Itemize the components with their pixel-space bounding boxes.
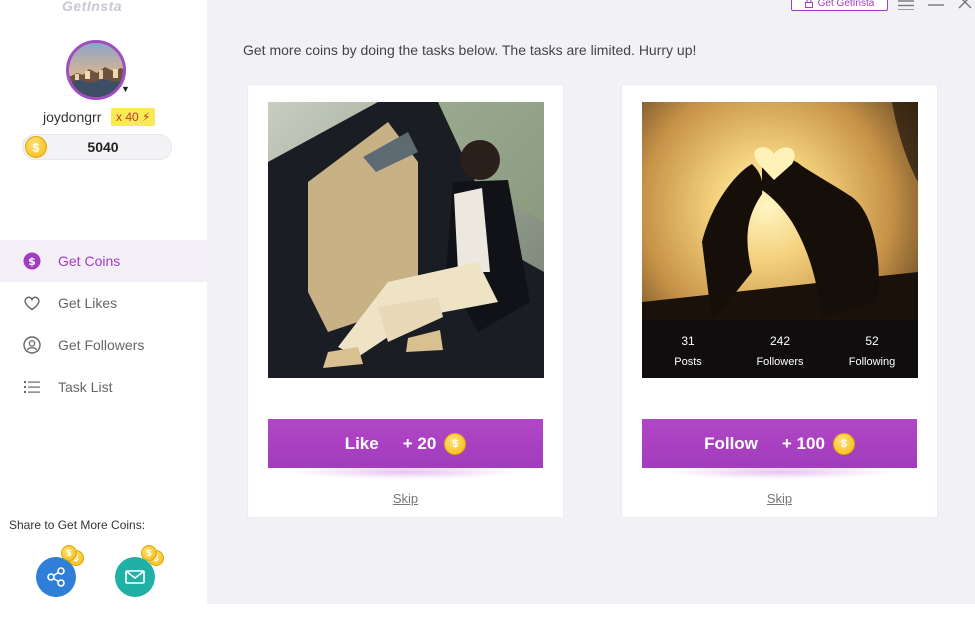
mail-coins-icon: $ $	[140, 545, 166, 566]
sidebar-item-label: Get Coins	[58, 253, 121, 269]
heart-icon	[22, 293, 42, 313]
stat-following: 52 Following	[826, 320, 918, 378]
coin-amount: 5040	[87, 139, 119, 155]
share-label: Share to Get More Coins:	[9, 518, 146, 532]
stat-label: Following	[848, 356, 896, 368]
button-glow	[288, 465, 523, 479]
follow-button[interactable]: Follow + 100 $	[642, 419, 917, 468]
coin-icon: $	[832, 432, 855, 455]
hamburger-icon	[898, 0, 914, 11]
profile-image: 31 Posts 242 Followers 52 Following	[642, 102, 918, 378]
post-image	[268, 102, 544, 378]
sidebar-item-get-coins[interactable]: $ Get Coins	[0, 240, 207, 282]
get-getinsta-label: Get GetInsta	[817, 0, 875, 9]
share-icon	[47, 567, 65, 587]
sidebar-item-label: Task List	[58, 379, 113, 395]
sidebar-nav: $ Get Coins Get Likes Get Followers Task…	[0, 240, 207, 408]
like-button-label: Like	[344, 433, 379, 453]
coin-icon: $	[444, 432, 467, 455]
app-window: GetInsta ▼ joydongrr x 40 ⚡ $ 5040 $ Get…	[0, 0, 975, 617]
menu-button[interactable]	[898, 0, 914, 11]
coin-balance: $ 5040	[22, 134, 172, 160]
profile-stats: 31 Posts 242 Followers 52 Following	[642, 320, 918, 378]
skip-link[interactable]: Skip	[622, 491, 937, 506]
skip-link[interactable]: Skip	[248, 491, 563, 506]
lock-icon	[804, 0, 813, 8]
like-task-card: Like + 20 $ Skip	[248, 85, 563, 517]
like-button[interactable]: Like + 20 $	[268, 419, 543, 468]
stat-followers: 242 Followers	[734, 320, 826, 378]
stat-label: Posts	[674, 356, 702, 368]
mail-icon	[125, 570, 145, 584]
stat-value: 31	[681, 334, 695, 348]
get-getinsta-button[interactable]: Get GetInsta	[791, 0, 888, 11]
close-icon	[958, 0, 972, 9]
sidebar-item-label: Get Likes	[58, 295, 118, 311]
minimize-button[interactable]	[928, 0, 944, 10]
sidebar-item-get-likes[interactable]: Get Likes	[0, 282, 207, 324]
bolt-icon: ⚡	[142, 110, 151, 124]
follow-button-label: Follow	[704, 433, 758, 453]
stat-posts: 31 Posts	[642, 320, 734, 378]
sidebar-item-label: Get Followers	[58, 337, 145, 353]
follow-task-card: 31 Posts 242 Followers 52 Following Foll…	[622, 85, 937, 517]
stat-value: 52	[865, 334, 879, 348]
avatar[interactable]	[66, 40, 126, 100]
button-glow	[662, 465, 897, 479]
minimize-icon	[928, 4, 944, 6]
bottom-strip	[0, 604, 975, 617]
avatar-dropdown-icon[interactable]: ▼	[121, 84, 130, 94]
share-coins-icon: $ $	[60, 545, 86, 566]
stat-label: Followers	[756, 356, 804, 368]
like-reward: + 20	[402, 433, 437, 453]
sidebar-item-task-list[interactable]: Task List	[0, 366, 207, 408]
list-icon	[22, 377, 42, 397]
close-button[interactable]	[957, 0, 973, 10]
level-text: x 40	[116, 110, 139, 124]
follow-reward: + 100	[781, 433, 825, 453]
dollar-icon: $	[22, 251, 42, 271]
user-icon	[22, 335, 42, 355]
sidebar: GetInsta ▼ joydongrr x 40 ⚡ $ 5040 $ Get…	[0, 0, 207, 604]
svg-text:$: $	[28, 255, 36, 268]
username: joydongrr	[43, 109, 102, 125]
level-badge: x 40 ⚡	[111, 108, 156, 126]
sidebar-item-get-followers[interactable]: Get Followers	[0, 324, 207, 366]
stat-value: 242	[769, 334, 791, 348]
app-brand: GetInsta	[62, 0, 123, 14]
instruction-text: Get more coins by doing the tasks below.…	[243, 42, 697, 58]
